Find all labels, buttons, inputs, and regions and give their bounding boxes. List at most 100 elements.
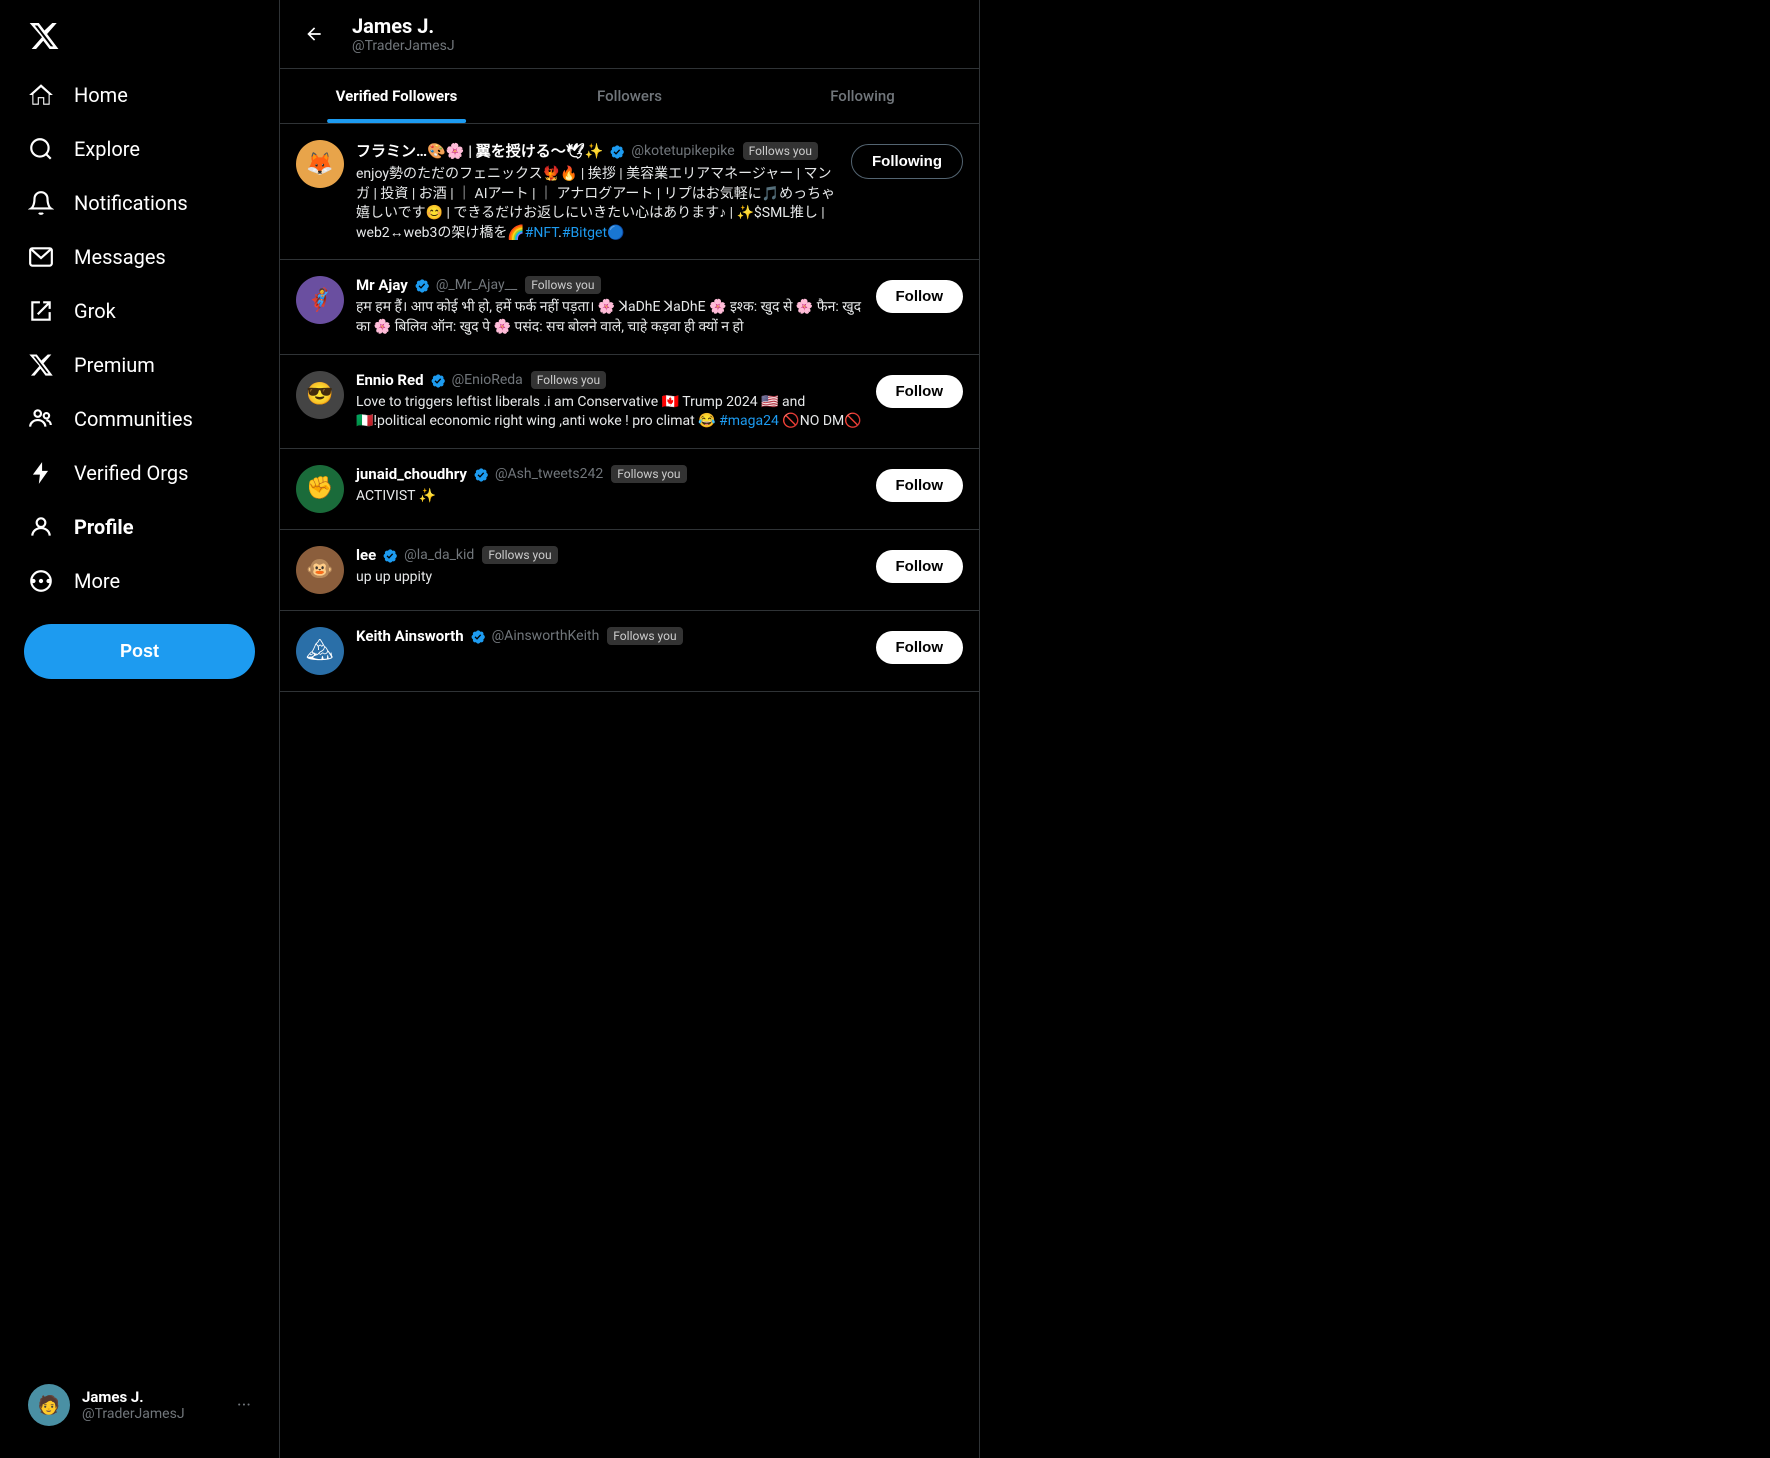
list-item: 🦊 フラミン…🎨🌸 | 翼を授ける～🕊✨ @kotetupikepike Fol… xyxy=(280,124,979,260)
avatar: ✊ xyxy=(296,465,344,513)
header-name: James J. xyxy=(352,14,963,38)
follower-handle: @kotetupikepike xyxy=(631,143,734,159)
post-button[interactable]: Post xyxy=(24,624,255,679)
list-item: ✊ junaid_choudhry @Ash_tweets242 Follows… xyxy=(280,449,979,530)
verified-badge xyxy=(430,371,446,389)
follower-handle: @EnioReda xyxy=(452,372,523,388)
sidebar-item-grok[interactable]: Grok xyxy=(12,284,267,338)
sidebar-item-home[interactable]: Home xyxy=(12,68,267,122)
communities-icon xyxy=(28,406,54,432)
follower-handle: @AinsworthKeith xyxy=(492,628,600,644)
follower-content: Ennio Red @EnioReda Follows you Love to … xyxy=(356,371,864,432)
profile-handle: @TraderJamesJ xyxy=(82,1406,225,1422)
follower-handle: @_Mr_Ajay__ xyxy=(436,277,517,293)
tab-following[interactable]: Following xyxy=(746,69,979,123)
follow-button-wrapper: Following xyxy=(851,140,963,179)
more-icon xyxy=(28,568,54,594)
avatar: 🏔 xyxy=(296,627,344,675)
follower-name: フラミン…🎨🌸 | 翼を授ける～🕊✨ xyxy=(356,140,603,161)
follower-bio: enjoy勢のただのフェニックス🐦‍🔥🔥 | 挨拶 | 美容業エリアマネージャー… xyxy=(356,165,839,243)
x-logo[interactable] xyxy=(12,8,267,64)
avatar: 🐵 xyxy=(296,546,344,594)
follower-name-row: Ennio Red @EnioReda Follows you xyxy=(356,371,864,389)
premium-label: Premium xyxy=(74,353,155,377)
follow-button-wrapper: Follow xyxy=(876,627,964,664)
home-label: Home xyxy=(74,83,128,107)
verified-orgs-label: Verified Orgs xyxy=(74,461,188,485)
follower-name: Mr Ajay xyxy=(356,276,408,294)
follow-button-wrapper: Follow xyxy=(876,276,964,313)
sidebar-item-explore[interactable]: Explore xyxy=(12,122,267,176)
follower-bio: up up uppity xyxy=(356,568,864,588)
bell-icon xyxy=(28,190,54,216)
follower-content: Keith Ainsworth @AinsworthKeith Follows … xyxy=(356,627,864,647)
follow-button[interactable]: Follow xyxy=(876,469,964,502)
person-icon xyxy=(28,514,54,540)
bolt-icon xyxy=(28,460,54,486)
sidebar-profile[interactable]: 🧑 James J. @TraderJamesJ ··· xyxy=(12,1372,267,1438)
x-logo-icon xyxy=(28,20,60,52)
verified-badge xyxy=(414,276,430,294)
verified-badge xyxy=(470,627,486,645)
follows-you-badge: Follows you xyxy=(525,276,600,294)
follower-bio: ACTIVIST ✨ xyxy=(356,487,864,507)
follow-button[interactable]: Follow xyxy=(876,375,964,408)
follows-you-badge: Follows you xyxy=(482,546,557,564)
list-item: 😎 Ennio Red @EnioReda Follows you Love t… xyxy=(280,355,979,449)
follow-button-wrapper: Follow xyxy=(876,371,964,408)
follower-handle: @la_da_kid xyxy=(404,547,474,563)
follow-button[interactable]: Follow xyxy=(876,280,964,313)
verified-badge xyxy=(382,546,398,564)
list-item: 🏔 Keith Ainsworth @AinsworthKeith Follow… xyxy=(280,611,979,692)
follower-name: Ennio Red xyxy=(356,371,424,389)
communities-label: Communities xyxy=(74,407,193,431)
follower-name: junaid_choudhry xyxy=(356,465,467,483)
sidebar-item-more[interactable]: More xyxy=(12,554,267,608)
follow-button[interactable]: Follow xyxy=(876,631,964,664)
list-item: 🐵 lee @la_da_kid Follows you up up uppit… xyxy=(280,530,979,611)
follower-content: Mr Ajay @_Mr_Ajay__ Follows you हम हम है… xyxy=(356,276,864,337)
sidebar-item-messages[interactable]: Messages xyxy=(12,230,267,284)
main-content: James J. @TraderJamesJ Verified Follower… xyxy=(280,0,980,1458)
follower-name-row: junaid_choudhry @Ash_tweets242 Follows y… xyxy=(356,465,864,483)
back-button[interactable] xyxy=(296,16,332,52)
grok-icon xyxy=(28,298,54,324)
sidebar-item-premium[interactable]: Premium xyxy=(12,338,267,392)
following-button[interactable]: Following xyxy=(851,144,963,179)
follower-bio: हम हम हैं। आप कोई भी हो, हमें फर्क नहीं … xyxy=(356,298,864,337)
follow-button[interactable]: Follow xyxy=(876,550,964,583)
follows-you-badge: Follows you xyxy=(607,627,682,645)
follower-name-row: Mr Ajay @_Mr_Ajay__ Follows you xyxy=(356,276,864,294)
more-options-icon: ··· xyxy=(237,1395,251,1416)
follower-content: フラミン…🎨🌸 | 翼を授ける～🕊✨ @kotetupikepike Follo… xyxy=(356,140,839,243)
sidebar: Home Explore Notifications Messages Grok… xyxy=(0,0,280,1458)
sidebar-item-profile[interactable]: Profile xyxy=(12,500,267,554)
grok-label: Grok xyxy=(74,299,116,323)
back-arrow-icon xyxy=(304,24,324,44)
more-label: More xyxy=(74,569,120,593)
list-item: 🦸 Mr Ajay @_Mr_Ajay__ Follows you हम हम … xyxy=(280,260,979,354)
sidebar-item-verified-orgs[interactable]: Verified Orgs xyxy=(12,446,267,500)
premium-icon xyxy=(28,352,54,378)
follower-content: lee @la_da_kid Follows you up up uppity xyxy=(356,546,864,588)
mail-icon xyxy=(28,244,54,270)
verified-badge xyxy=(609,141,625,159)
follows-you-badge: Follows you xyxy=(743,142,818,160)
follow-button-wrapper: Follow xyxy=(876,465,964,502)
follower-bio: Love to triggers leftist liberals .i am … xyxy=(356,393,864,432)
sidebar-item-notifications[interactable]: Notifications xyxy=(12,176,267,230)
messages-label: Messages xyxy=(74,245,166,269)
page-header: James J. @TraderJamesJ xyxy=(280,0,979,69)
avatar: 😎 xyxy=(296,371,344,419)
tab-verified-followers[interactable]: Verified Followers xyxy=(280,69,513,123)
avatar: 🦊 xyxy=(296,140,344,188)
follower-name-row: Keith Ainsworth @AinsworthKeith Follows … xyxy=(356,627,864,645)
tabs: Verified Followers Followers Following xyxy=(280,69,979,124)
follows-you-badge: Follows you xyxy=(611,465,686,483)
follower-name-row: フラミン…🎨🌸 | 翼を授ける～🕊✨ @kotetupikepike Follo… xyxy=(356,140,839,161)
notifications-label: Notifications xyxy=(74,191,188,215)
explore-icon xyxy=(28,136,54,162)
verified-badge xyxy=(473,465,489,483)
sidebar-item-communities[interactable]: Communities xyxy=(12,392,267,446)
tab-followers[interactable]: Followers xyxy=(513,69,746,123)
